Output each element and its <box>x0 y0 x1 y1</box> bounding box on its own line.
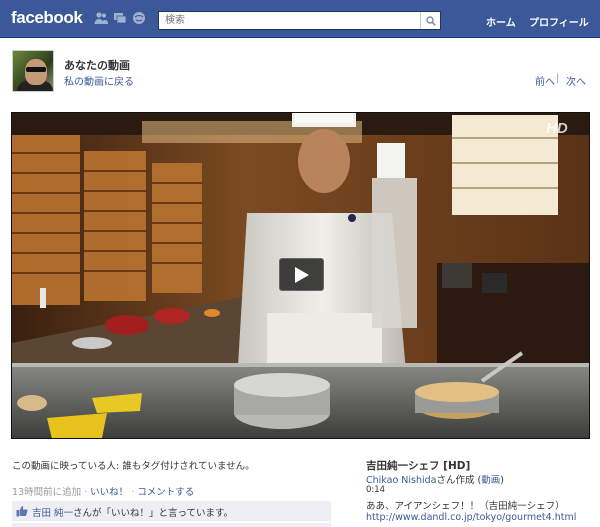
video-meta-line: 13時間前に追加 · いいね！ · コメントする <box>12 487 195 498</box>
next-link[interactable]: 次へ <box>566 73 586 88</box>
author-suffix: さん作成 ( <box>436 475 482 486</box>
time-added: 13時間前に追加 <box>12 487 82 498</box>
video-title: 吉田純一シェフ [HD] <box>366 460 471 472</box>
video-author-line: Chikao Nishidaさん作成 (動画) <box>366 472 504 486</box>
profile-avatar[interactable] <box>12 50 54 92</box>
author-close: ) <box>500 475 504 486</box>
video-duration: 0:14 <box>366 485 386 495</box>
notifications-icon[interactable] <box>132 11 146 25</box>
nav-profile-link[interactable]: プロフィール <box>529 14 589 29</box>
messages-icon[interactable] <box>113 11 127 25</box>
like-link[interactable]: いいね！ <box>90 487 128 498</box>
facebook-logo[interactable]: facebook <box>11 8 83 28</box>
comment-link[interactable]: コメントする <box>137 487 194 498</box>
search-box <box>158 11 441 30</box>
hd-badge: HD <box>546 120 568 137</box>
play-icon <box>295 267 309 283</box>
pager-separator: | <box>556 73 560 84</box>
friend-requests-icon[interactable] <box>94 11 108 25</box>
prev-link[interactable]: 前へ <box>535 73 555 88</box>
back-to-videos-link[interactable]: 私の動画に戻る <box>64 73 134 88</box>
nav-home-link[interactable]: ホーム <box>486 14 516 29</box>
search-input[interactable] <box>159 12 419 29</box>
likes-text: 吉田 純一さんが「いいね！」と言っています。 <box>32 505 233 519</box>
search-button[interactable] <box>420 12 440 29</box>
search-icon <box>425 15 436 26</box>
top-bar: facebook ホーム プロフィール <box>0 0 600 38</box>
video-type-link[interactable]: 動画 <box>481 475 500 486</box>
play-button[interactable] <box>279 258 324 291</box>
page-title: あなたの動画 <box>64 59 130 72</box>
likes-box: 吉田 純一さんが「いいね！」と言っています。 <box>12 501 331 521</box>
description-url-link[interactable]: http://www.dandl.co.jp/tokyo/gourmet4.ht… <box>366 512 576 523</box>
tagged-people-text: この動画に映っている人: 誰もタグ付けされていません。 <box>12 461 255 472</box>
liker-name-link[interactable]: 吉田 純一 <box>32 508 73 519</box>
video-description: ああ、アイアンシェフ！！（吉田純一シェフ） <box>366 501 565 512</box>
likes-suffix: さんが「いいね！」と言っています。 <box>73 508 234 519</box>
likes-box-bottom <box>12 523 331 527</box>
thumbs-up-icon <box>16 506 28 517</box>
